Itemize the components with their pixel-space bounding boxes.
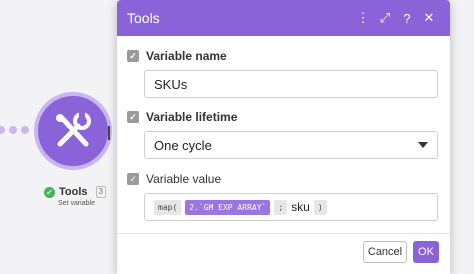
- ok-button[interactable]: OK: [413, 241, 439, 263]
- module-handle[interactable]: [108, 126, 110, 140]
- cancel-button[interactable]: Cancel: [363, 241, 407, 263]
- checkbox-icon[interactable]: ✓: [127, 173, 139, 185]
- checkbox-icon[interactable]: ✓: [127, 50, 139, 62]
- more-vertical-icon[interactable]: ⋮: [352, 10, 374, 26]
- module-label: ✓ Tools 3: [44, 186, 106, 198]
- check-icon: ✓: [44, 186, 55, 198]
- expand-icon[interactable]: ⤢: [374, 10, 396, 26]
- variable-name-label-text: Variable name: [146, 49, 227, 63]
- help-icon[interactable]: ?: [396, 11, 418, 26]
- key-text: sku: [291, 200, 310, 214]
- module-subtitle: Set variable: [58, 200, 95, 207]
- dialog-title: Tools: [127, 10, 160, 26]
- map-function-token[interactable]: map(: [154, 199, 182, 215]
- module-number: 3: [95, 186, 106, 198]
- chevron-down-icon: [418, 142, 428, 148]
- footer-divider: [117, 233, 450, 234]
- tools-module-node[interactable]: [34, 92, 112, 170]
- variable-value-label: ✓ Variable value: [127, 172, 221, 186]
- dialog-header: Tools ⋮ ⤢ ? ✕: [117, 0, 450, 36]
- variable-lifetime-value: One cycle: [154, 137, 212, 153]
- close-icon[interactable]: ✕: [418, 10, 440, 26]
- separator-token[interactable]: ;: [274, 199, 288, 215]
- checkbox-icon[interactable]: ✓: [127, 111, 139, 123]
- close-paren-token[interactable]: ): [313, 199, 327, 215]
- module-settings-dialog: Tools ⋮ ⤢ ? ✕ ✓ Variable name SKUs ✓ Var…: [117, 0, 450, 274]
- variable-name-value: SKUs: [154, 76, 188, 92]
- variable-name-label: ✓ Variable name: [127, 49, 227, 63]
- variable-lifetime-label: ✓ Variable lifetime: [127, 110, 237, 124]
- array-variable-token[interactable]: 2.`GM EXP ARRAY`: [185, 199, 271, 215]
- variable-name-input[interactable]: SKUs: [144, 70, 438, 98]
- variable-value-label-text: Variable value: [146, 172, 222, 186]
- variable-value-input[interactable]: map( 2.`GM EXP ARRAY` ; sku ): [144, 193, 438, 221]
- wrench-screwdriver-icon: [56, 110, 91, 147]
- module-name: Tools: [59, 186, 88, 198]
- variable-lifetime-select[interactable]: One cycle: [144, 131, 438, 159]
- variable-lifetime-label-text: Variable lifetime: [146, 110, 238, 124]
